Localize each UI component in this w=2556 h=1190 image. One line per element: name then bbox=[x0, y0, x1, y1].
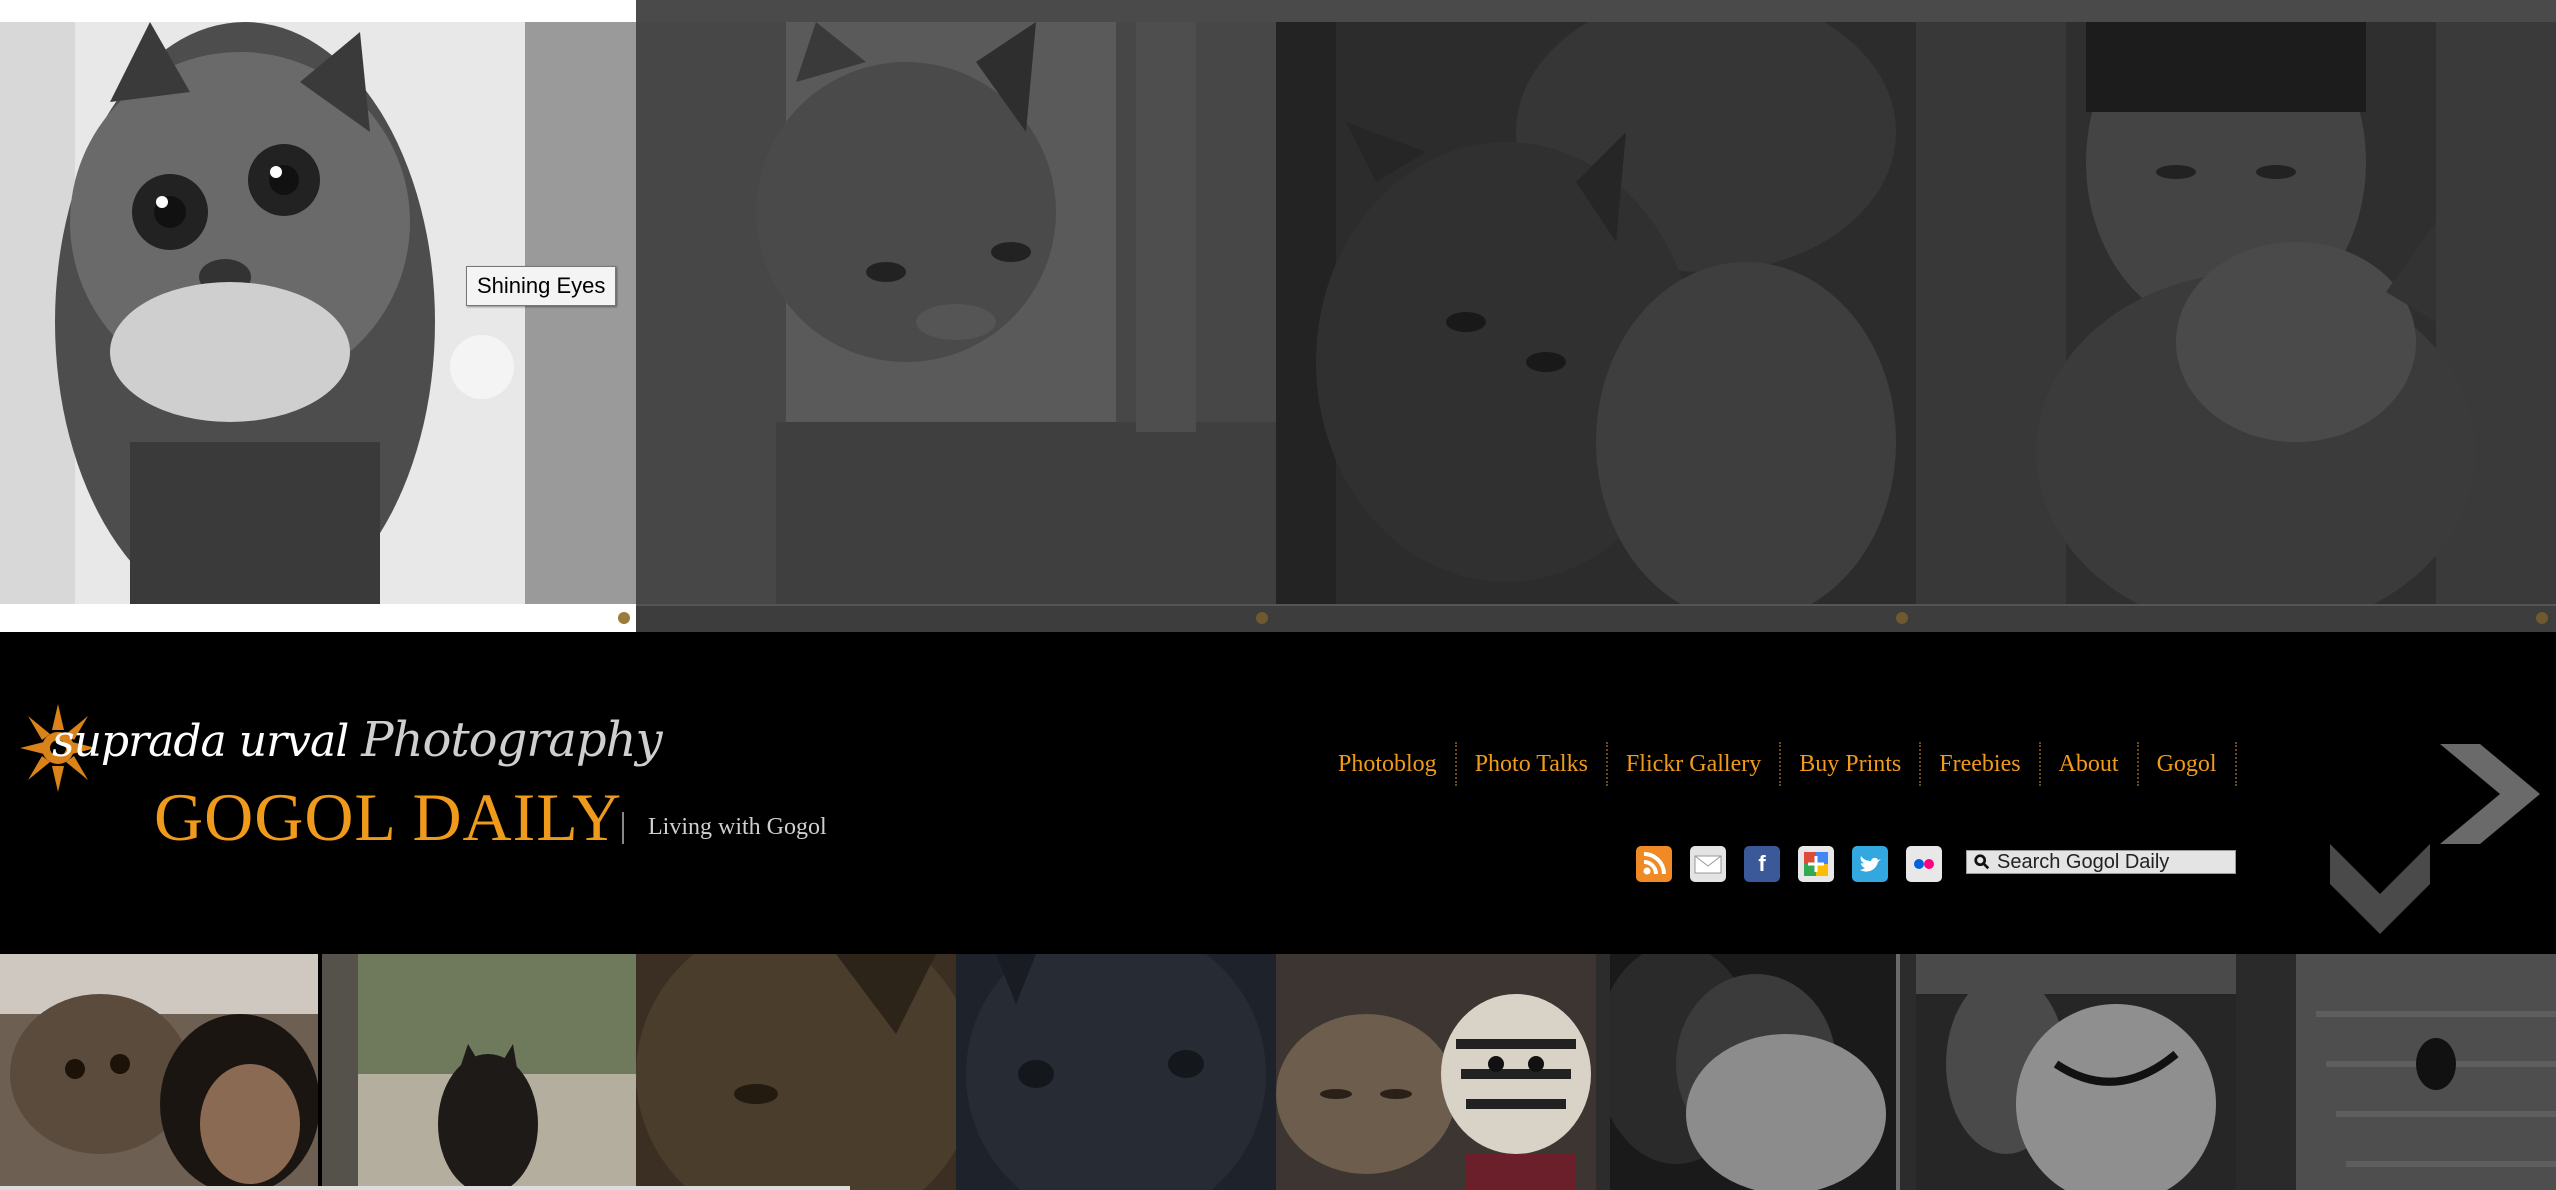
main-nav: Photoblog Photo Talks Flickr Gallery Buy… bbox=[1320, 742, 2237, 786]
thumb-cat-closeup-blue[interactable] bbox=[956, 954, 1276, 1190]
thumb-cat-with-tiger-toy[interactable] bbox=[1276, 954, 1596, 1190]
photo-strip: Shining Eyes bbox=[0, 0, 2556, 634]
site-title[interactable]: GOGOL DAILY bbox=[154, 778, 622, 857]
site-header: suprada urval Photography GOGOL DAILY Li… bbox=[0, 632, 2556, 954]
sun-corner-icon bbox=[2532, 608, 2552, 628]
slider-nav-arrows bbox=[2330, 744, 2556, 954]
twitter-icon[interactable] bbox=[1852, 846, 1888, 882]
strip-top-bar bbox=[636, 0, 2556, 24]
site-tagline: Living with Gogol bbox=[648, 814, 827, 840]
photo-tile-cat-peeking-door[interactable] bbox=[0, 22, 636, 604]
next-arrow-icon bbox=[2440, 744, 2540, 844]
thumb-cat-with-girl[interactable] bbox=[0, 954, 318, 1190]
thumb-gap bbox=[1596, 954, 1610, 1190]
thumb-gap bbox=[318, 954, 322, 1190]
thumb-cat-on-stairs[interactable] bbox=[2236, 954, 2556, 1190]
sun-corner-icon bbox=[1252, 608, 1272, 628]
strip-top-edge bbox=[0, 0, 636, 22]
thumb-two-cats-sitting[interactable] bbox=[1916, 954, 2236, 1190]
photo-tooltip: Shining Eyes bbox=[466, 266, 617, 306]
photo-tile-man-with-cat-shoulder[interactable] bbox=[1916, 22, 2556, 604]
search-icon[interactable] bbox=[1967, 851, 1997, 873]
nav-photo-talks[interactable]: Photo Talks bbox=[1457, 742, 1608, 786]
nav-gogol[interactable]: Gogol bbox=[2139, 742, 2237, 786]
thumb-cat-at-window[interactable] bbox=[318, 954, 636, 1190]
horizontal-scrollbar[interactable] bbox=[0, 1186, 850, 1190]
nav-freebies[interactable]: Freebies bbox=[1921, 742, 2041, 786]
facebook-icon[interactable]: f bbox=[1744, 846, 1780, 882]
email-icon[interactable] bbox=[1690, 846, 1726, 882]
search-input[interactable] bbox=[1997, 850, 2227, 874]
title-divider bbox=[622, 812, 624, 844]
down-arrow-icon bbox=[2330, 844, 2430, 934]
tile-caption-bar-rest bbox=[636, 604, 2556, 634]
social-links: f bbox=[1636, 846, 1942, 882]
nav-about[interactable]: About bbox=[2041, 742, 2139, 786]
search-box bbox=[1966, 850, 2236, 874]
thumb-man-holding-kitten[interactable] bbox=[1596, 954, 1916, 1190]
thumbnail-grid bbox=[0, 954, 2556, 1190]
photo-tile-cat-in-box[interactable] bbox=[636, 22, 1276, 604]
thumb-cat-closeup-sepia[interactable] bbox=[636, 954, 956, 1190]
rss-icon[interactable] bbox=[1636, 846, 1672, 882]
logo-photography: Photography bbox=[361, 712, 662, 768]
thumb-gap bbox=[1900, 954, 1916, 1190]
sun-corner-icon bbox=[1892, 608, 1912, 628]
tile-caption-bar-1 bbox=[0, 604, 636, 632]
sun-corner-icon bbox=[614, 608, 634, 628]
flickr-icon[interactable] bbox=[1906, 846, 1942, 882]
photo-tile-man-hugging-cat[interactable] bbox=[1276, 22, 1916, 604]
nav-flickr-gallery[interactable]: Flickr Gallery bbox=[1608, 742, 1782, 786]
nav-buy-prints[interactable]: Buy Prints bbox=[1781, 742, 1922, 786]
logo-name: suprada urval bbox=[52, 716, 349, 767]
logo-text[interactable]: suprada urval Photography bbox=[52, 712, 663, 768]
nav-photoblog[interactable]: Photoblog bbox=[1320, 742, 1457, 786]
google-plus-icon[interactable] bbox=[1798, 846, 1834, 882]
